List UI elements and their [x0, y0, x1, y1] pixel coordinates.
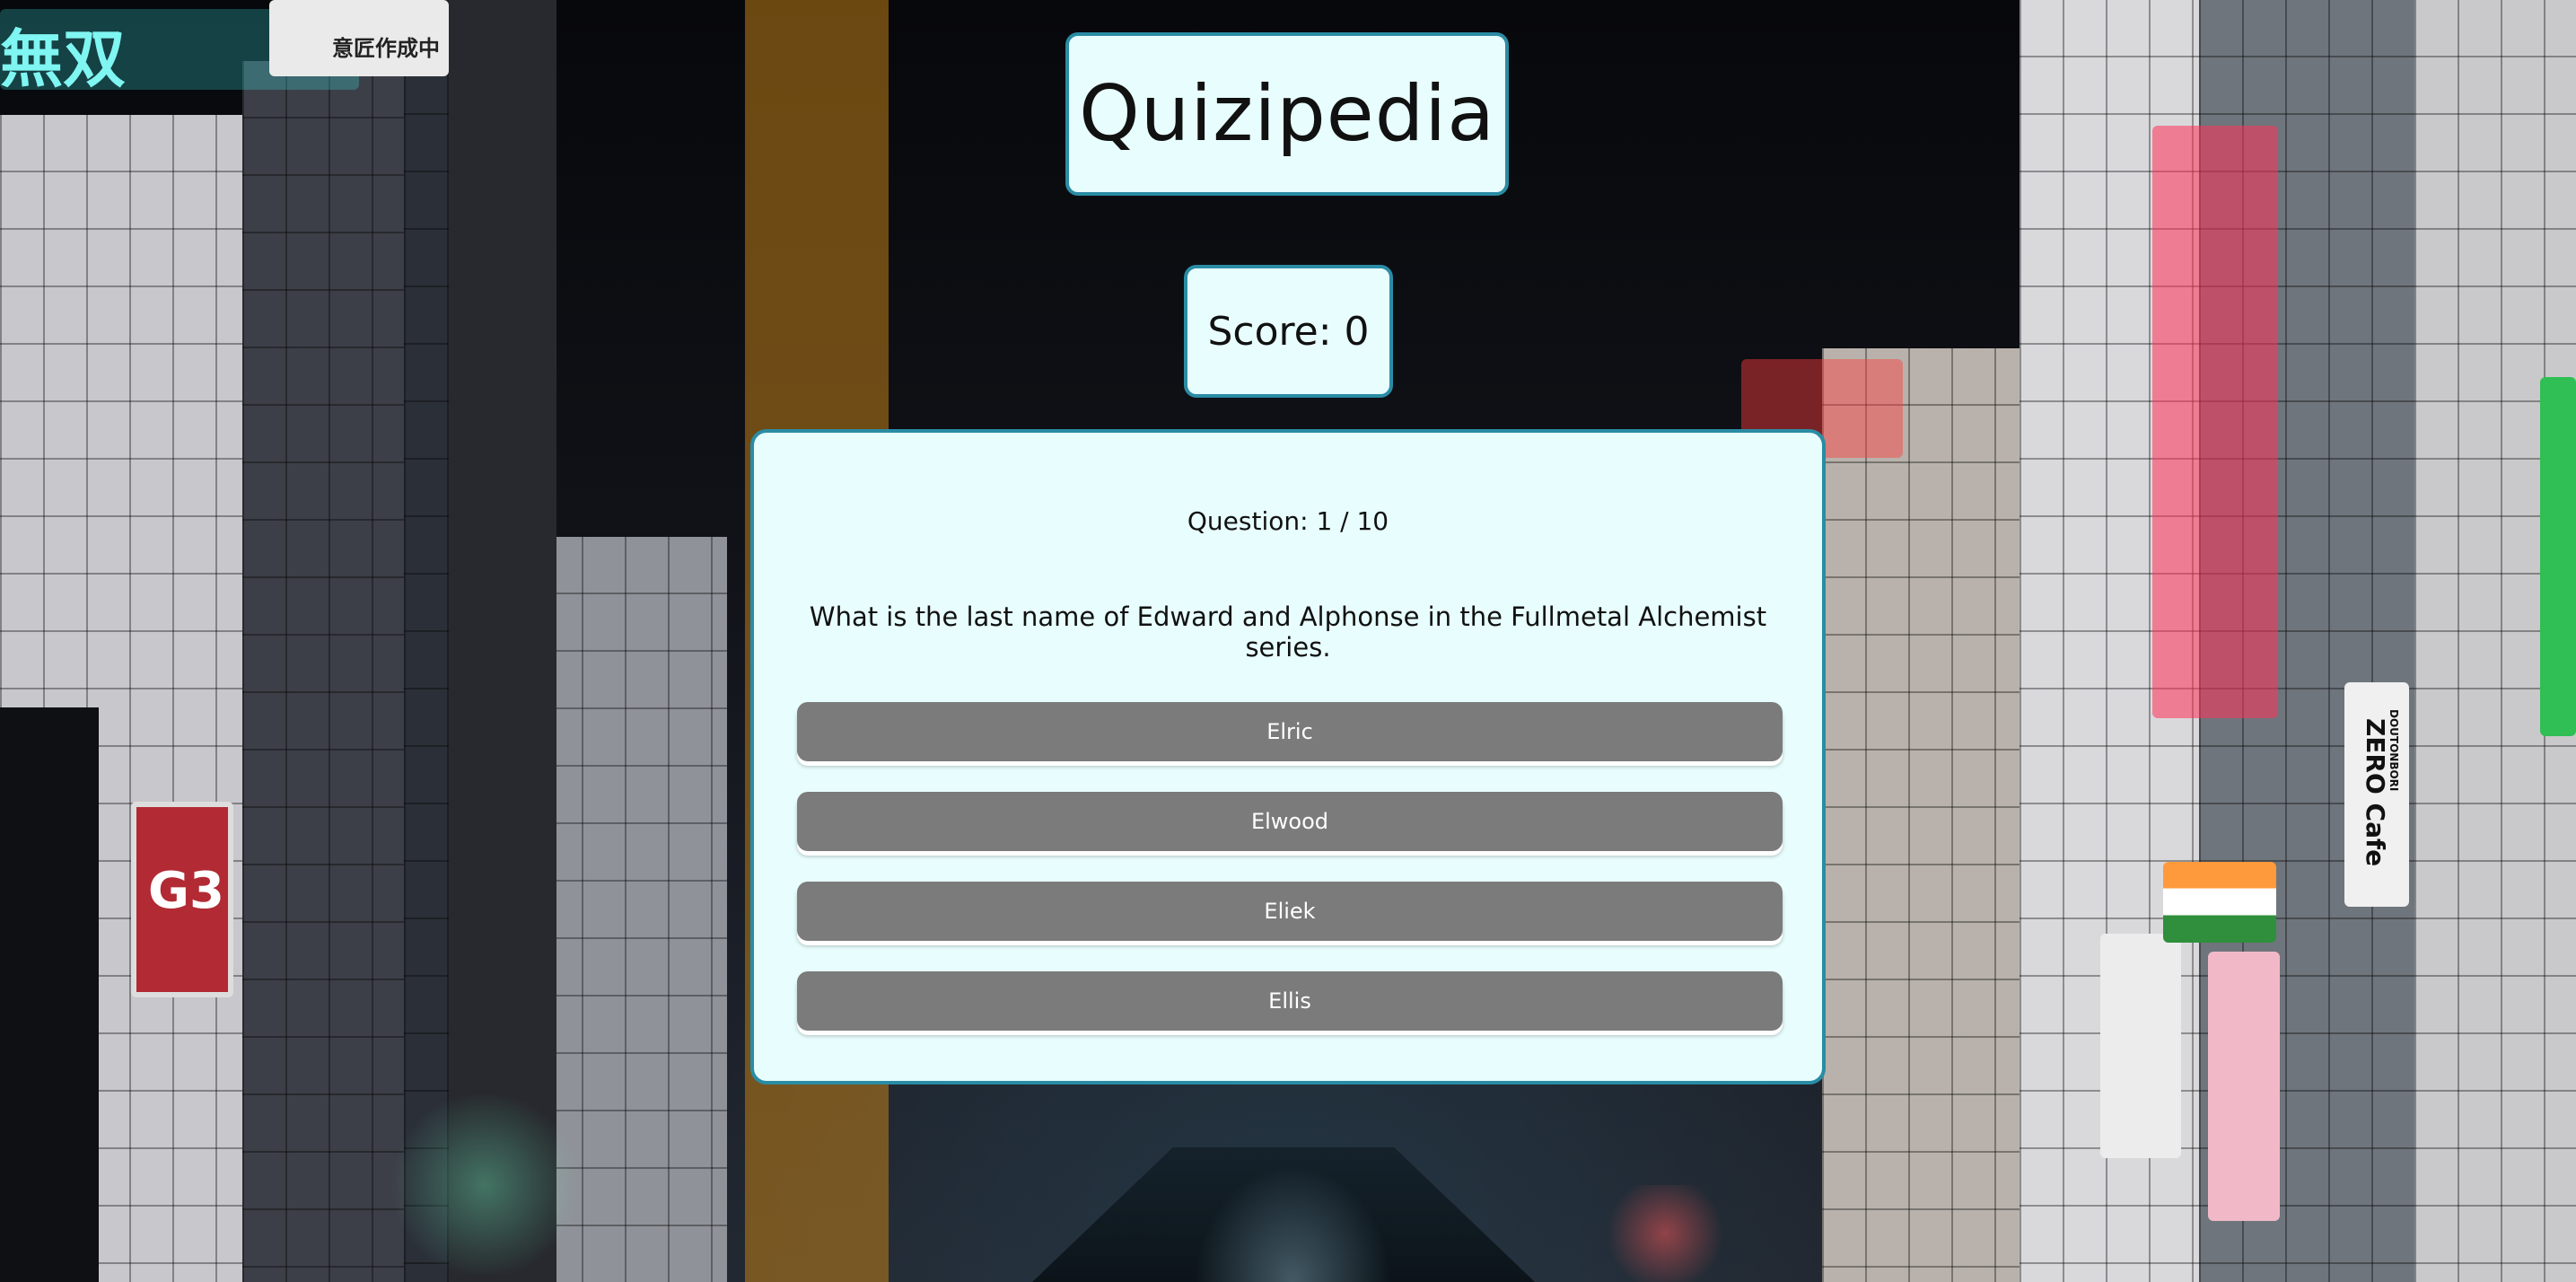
answer-label: Ellis [1268, 988, 1311, 1014]
lights-right-string [1598, 1185, 1732, 1282]
sign-pink [2208, 952, 2280, 1221]
quiz-card: Question: 1 / 10 What is the last name o… [750, 429, 1826, 1084]
question-text: What is the last name of Edward and Alph… [809, 601, 1767, 663]
answer-button-3[interactable]: Eliek [797, 882, 1783, 941]
building-left-7 [0, 707, 99, 1282]
sign-dotonbori-text: DOUTONBORI [2388, 709, 2400, 792]
score-box: Score: 0 [1184, 265, 1393, 398]
question-counter: Question: 1 / 10 [1187, 506, 1389, 536]
flag-india [2163, 862, 2276, 943]
score-label: Score: 0 [1207, 308, 1370, 355]
answer-label: Elwood [1250, 809, 1329, 834]
app-title: Quizipedia [1079, 69, 1495, 159]
answer-button-1[interactable]: Elric [797, 702, 1783, 761]
neon-sign-top-left-small-text: 意匠作成中 [332, 36, 440, 61]
answer-button-2[interactable]: Elwood [797, 792, 1783, 851]
neon-sign-red-vertical [2152, 126, 2278, 718]
canal-reflection [1194, 1165, 1391, 1282]
building-left-5 [449, 0, 556, 1282]
sign-zero-cafe-text: ZERO Cafe [2361, 718, 2390, 867]
sign-white-tall [2100, 934, 2181, 1158]
answer-label: Eliek [1264, 899, 1316, 924]
sign-g3-text: G3 [148, 862, 224, 920]
building-left-2 [242, 61, 404, 1282]
answer-button-4[interactable]: Ellis [797, 971, 1783, 1031]
app-title-box: Quizipedia [1065, 32, 1509, 196]
neon-sign-top-left-text: 無双 [0, 22, 126, 96]
lights-left-string [386, 1095, 583, 1275]
answer-label: Elric [1266, 719, 1313, 744]
neon-sign-green [2540, 377, 2576, 736]
building-right-1 [1822, 348, 2020, 1282]
